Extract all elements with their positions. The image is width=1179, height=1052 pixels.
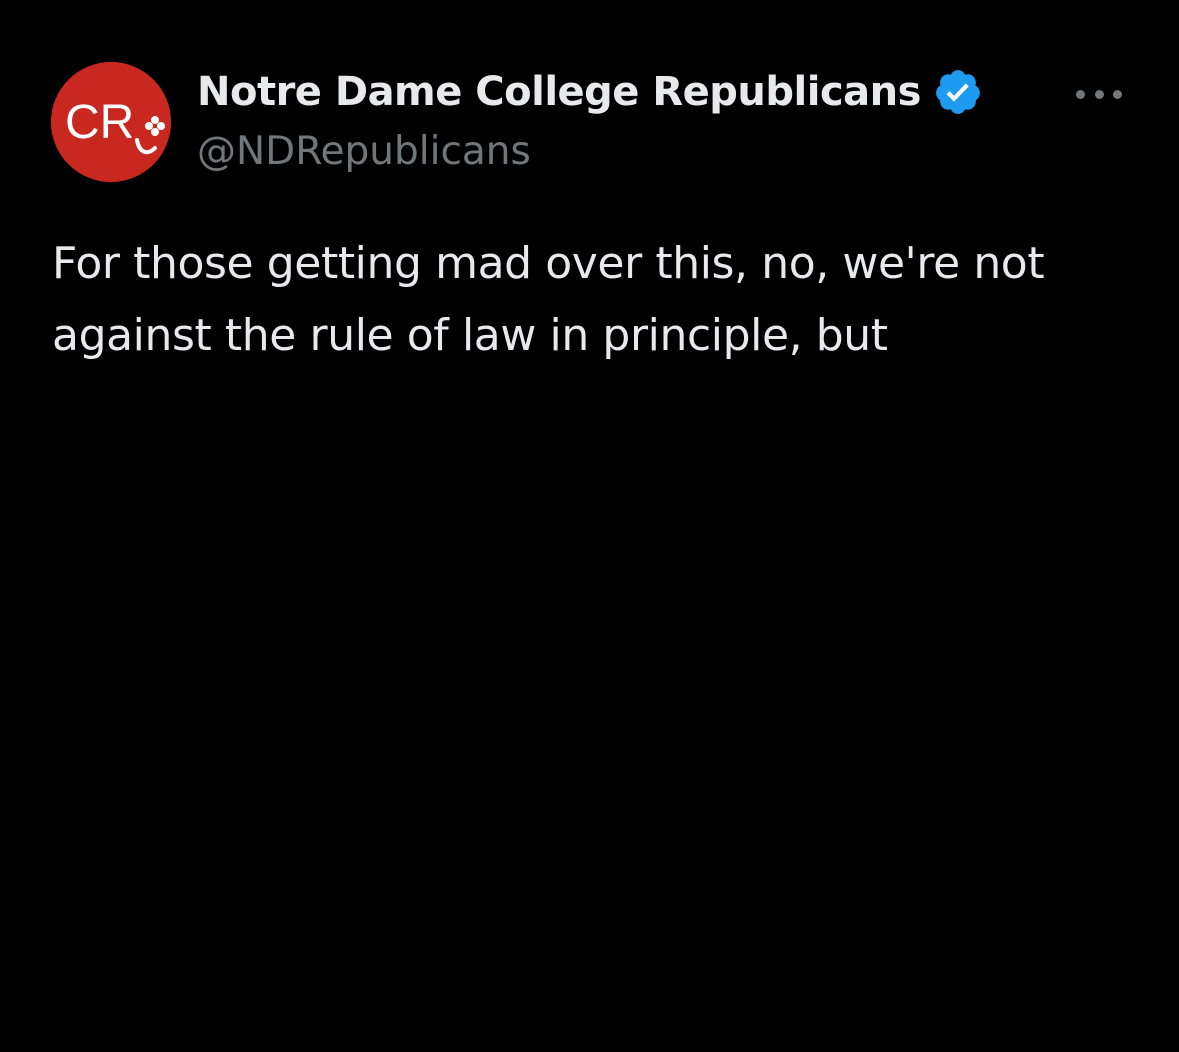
display-name[interactable]: Notre Dame College Republicans [197,66,921,118]
more-options-icon [1094,89,1104,99]
tweet-text: For those getting mad over this, no, we'… [52,238,1045,361]
more-options-button[interactable] [1072,80,1126,108]
more-options-icon [1076,89,1085,99]
cr-logo-icon: CR [51,62,171,182]
verified-badge-icon[interactable] [933,67,983,117]
tweet: CR Notre Dame College Republicans @NDRep… [0,0,1179,1052]
more-options-icon [1113,89,1122,99]
handle[interactable]: @NDRepublicans [197,126,1017,178]
avatar[interactable]: CR [51,62,171,182]
name-row: Notre Dame College Republicans [197,66,1017,118]
tweet-header: Notre Dame College Republicans @NDRepubl… [197,66,1017,178]
svg-text:CR: CR [65,96,134,149]
